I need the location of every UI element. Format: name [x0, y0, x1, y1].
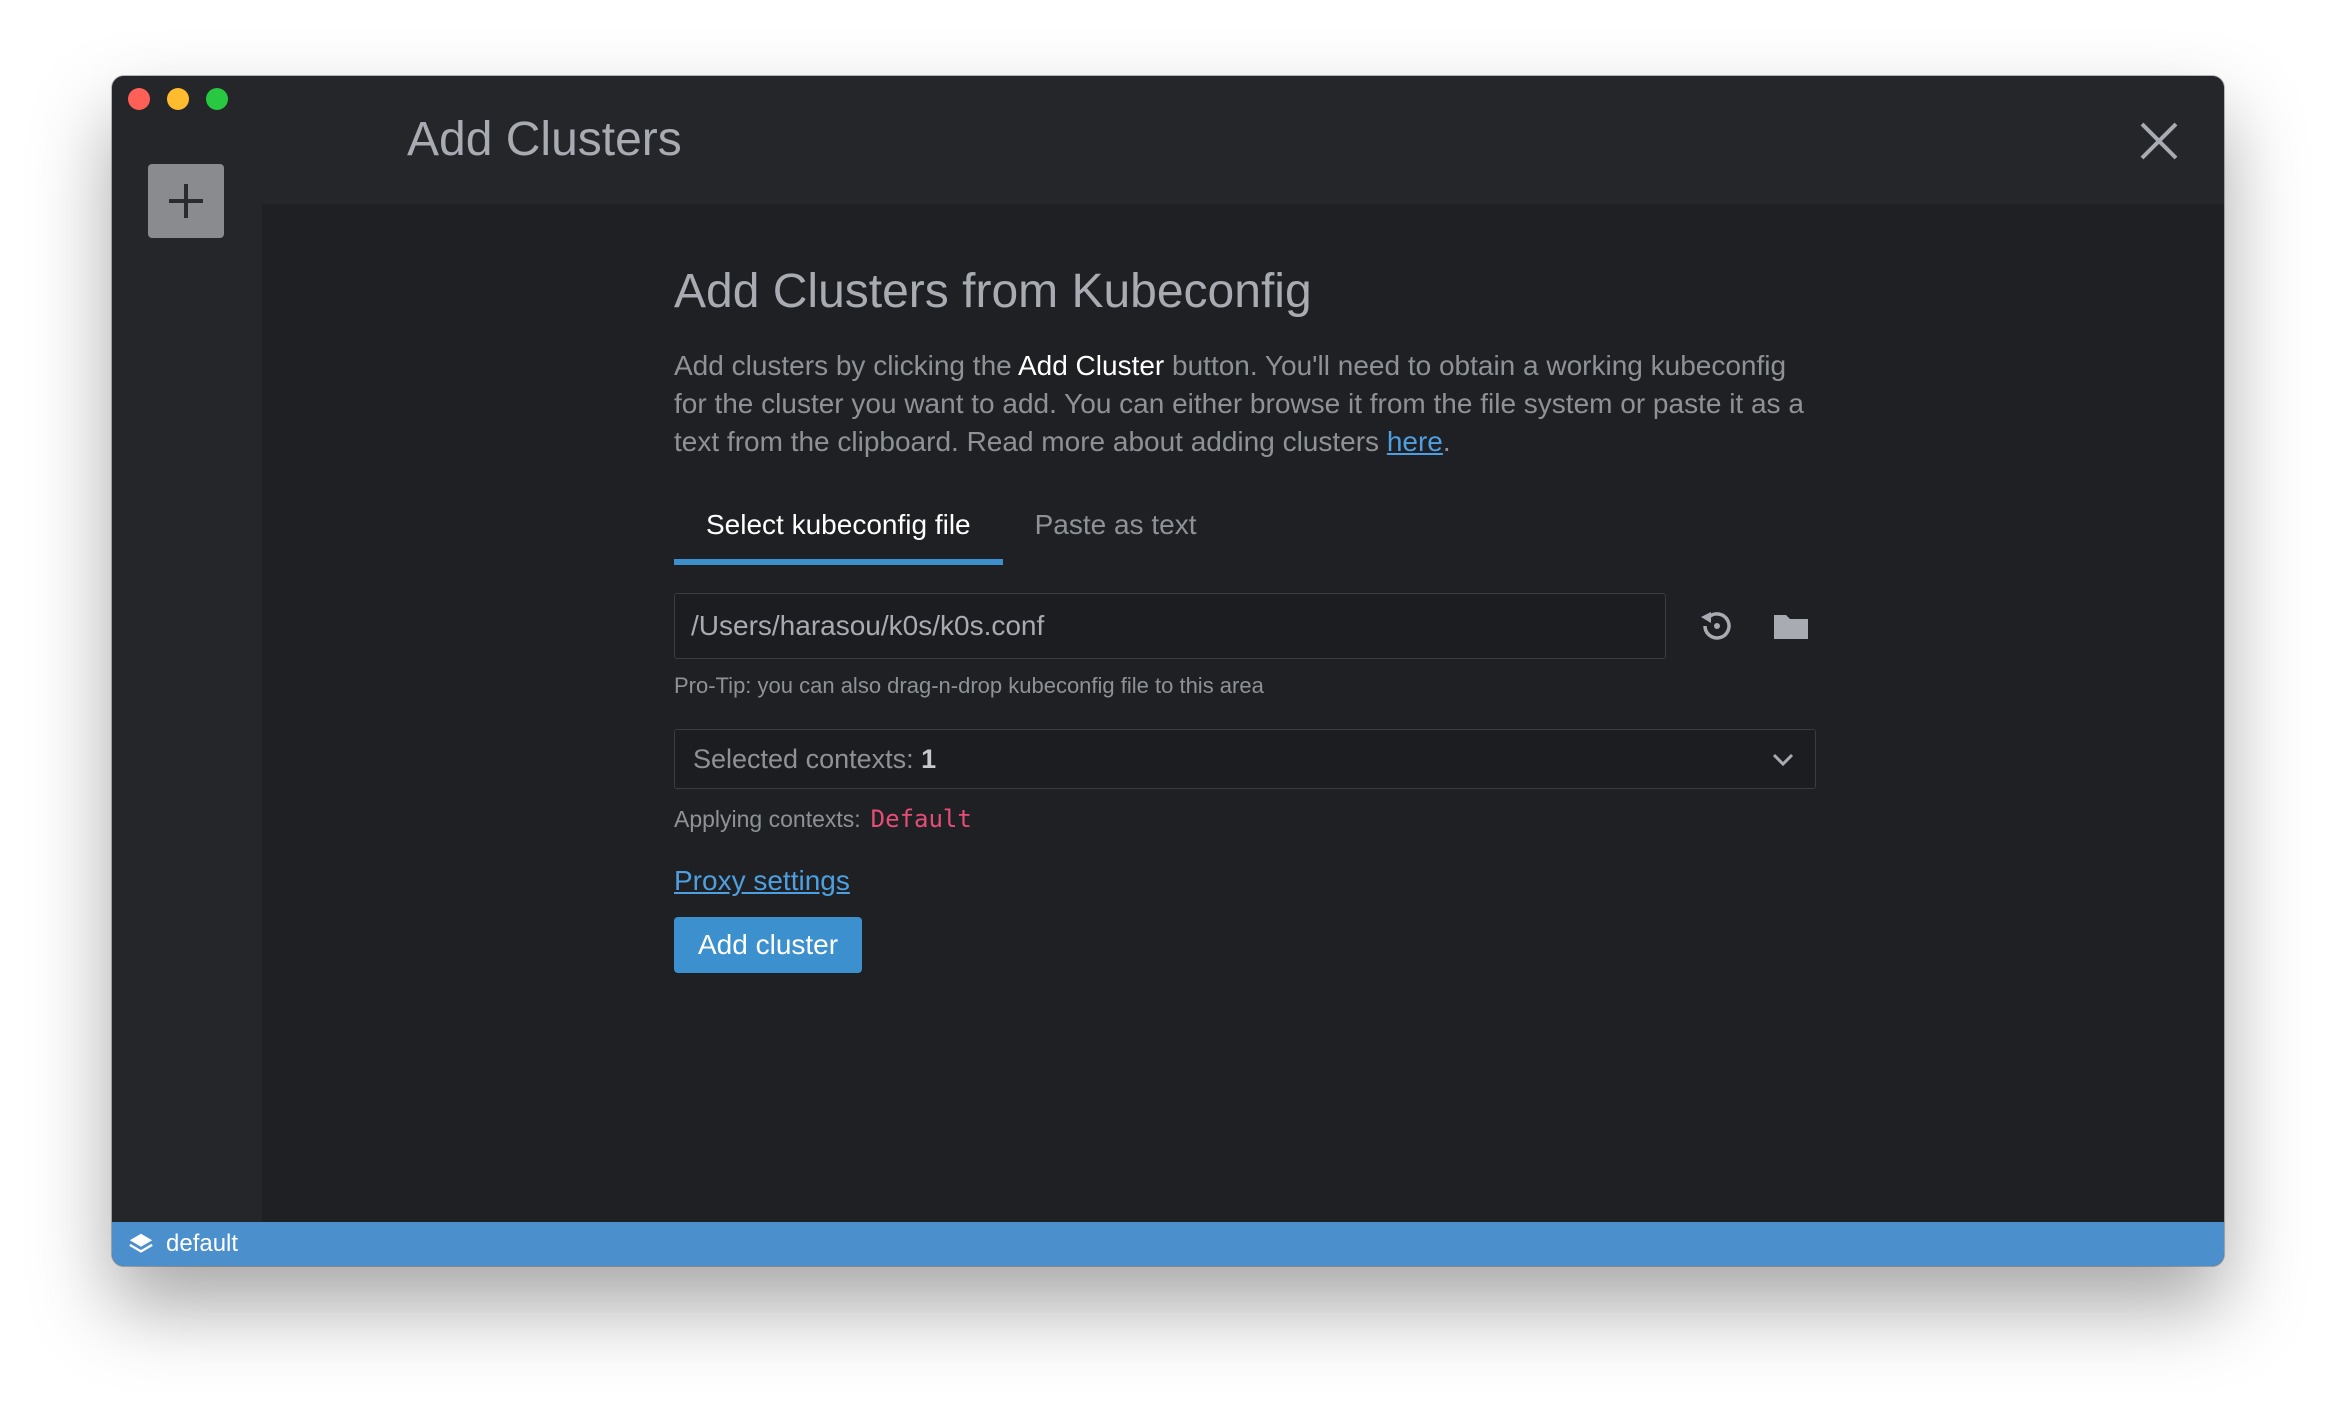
main-content: Add Clusters from Kubeconfig Add cluster…	[262, 204, 2224, 1222]
contexts-select-label: Selected contexts: 1	[693, 744, 936, 775]
minimize-window-button[interactable]	[167, 88, 189, 110]
status-context[interactable]: default	[166, 1230, 238, 1258]
contexts-count: 1	[921, 743, 937, 774]
layers-icon	[129, 1233, 153, 1253]
close-window-button[interactable]	[128, 88, 150, 110]
history-icon	[1701, 612, 1731, 640]
section-heading: Add Clusters from Kubeconfig	[674, 265, 1312, 318]
window-controls	[128, 88, 228, 110]
app-window: Add Clusters Add Clusters from Kubeconfi…	[112, 76, 2224, 1266]
pro-tip: Pro-Tip: you can also drag-n-drop kubeco…	[674, 673, 1264, 698]
kubeconfig-path-input[interactable]	[674, 593, 1666, 659]
add-clusters-form: Add Clusters from Kubeconfig Add cluster…	[674, 264, 1824, 973]
file-path-row	[674, 593, 1824, 659]
description: Add clusters by clicking the Add Cluster…	[674, 347, 1824, 461]
status-bar: default	[112, 1222, 2224, 1266]
sidebar	[112, 76, 262, 1222]
plus-icon	[169, 184, 203, 218]
add-cluster-button[interactable]: Add cluster	[674, 917, 863, 973]
contexts-select[interactable]: Selected contexts: 1	[674, 729, 1816, 789]
description-text: .	[1442, 426, 1451, 457]
tab-select-kubeconfig-file[interactable]: Select kubeconfig file	[674, 493, 1003, 565]
description-strong: Add Cluster	[1017, 350, 1165, 381]
maximize-window-button[interactable]	[206, 88, 228, 110]
browse-folder-button[interactable]	[1768, 603, 1814, 649]
tab-paste-as-text[interactable]: Paste as text	[1003, 493, 1229, 563]
description-text: Add clusters by clicking the	[674, 350, 1018, 381]
add-cluster-sidebar-button[interactable]	[148, 164, 224, 238]
chevron-down-icon	[1772, 753, 1794, 767]
read-more-link[interactable]: here	[1387, 426, 1443, 457]
applying-contexts-label: Applying contexts:	[674, 806, 861, 832]
folder-icon	[1774, 615, 1808, 639]
close-button[interactable]	[2136, 118, 2182, 164]
contexts-label: Selected contexts:	[693, 743, 922, 774]
proxy-settings-link[interactable]: Proxy settings	[674, 865, 850, 897]
applying-contexts-value: Default	[870, 805, 972, 833]
header: Add Clusters	[262, 76, 2224, 204]
close-icon	[2140, 122, 2178, 160]
applying-contexts: Applying contexts: Default	[674, 805, 1824, 833]
reset-path-button[interactable]	[1694, 603, 1740, 649]
page-title: Add Clusters	[407, 113, 682, 166]
tab-bar: Select kubeconfig file Paste as text	[674, 493, 1824, 565]
